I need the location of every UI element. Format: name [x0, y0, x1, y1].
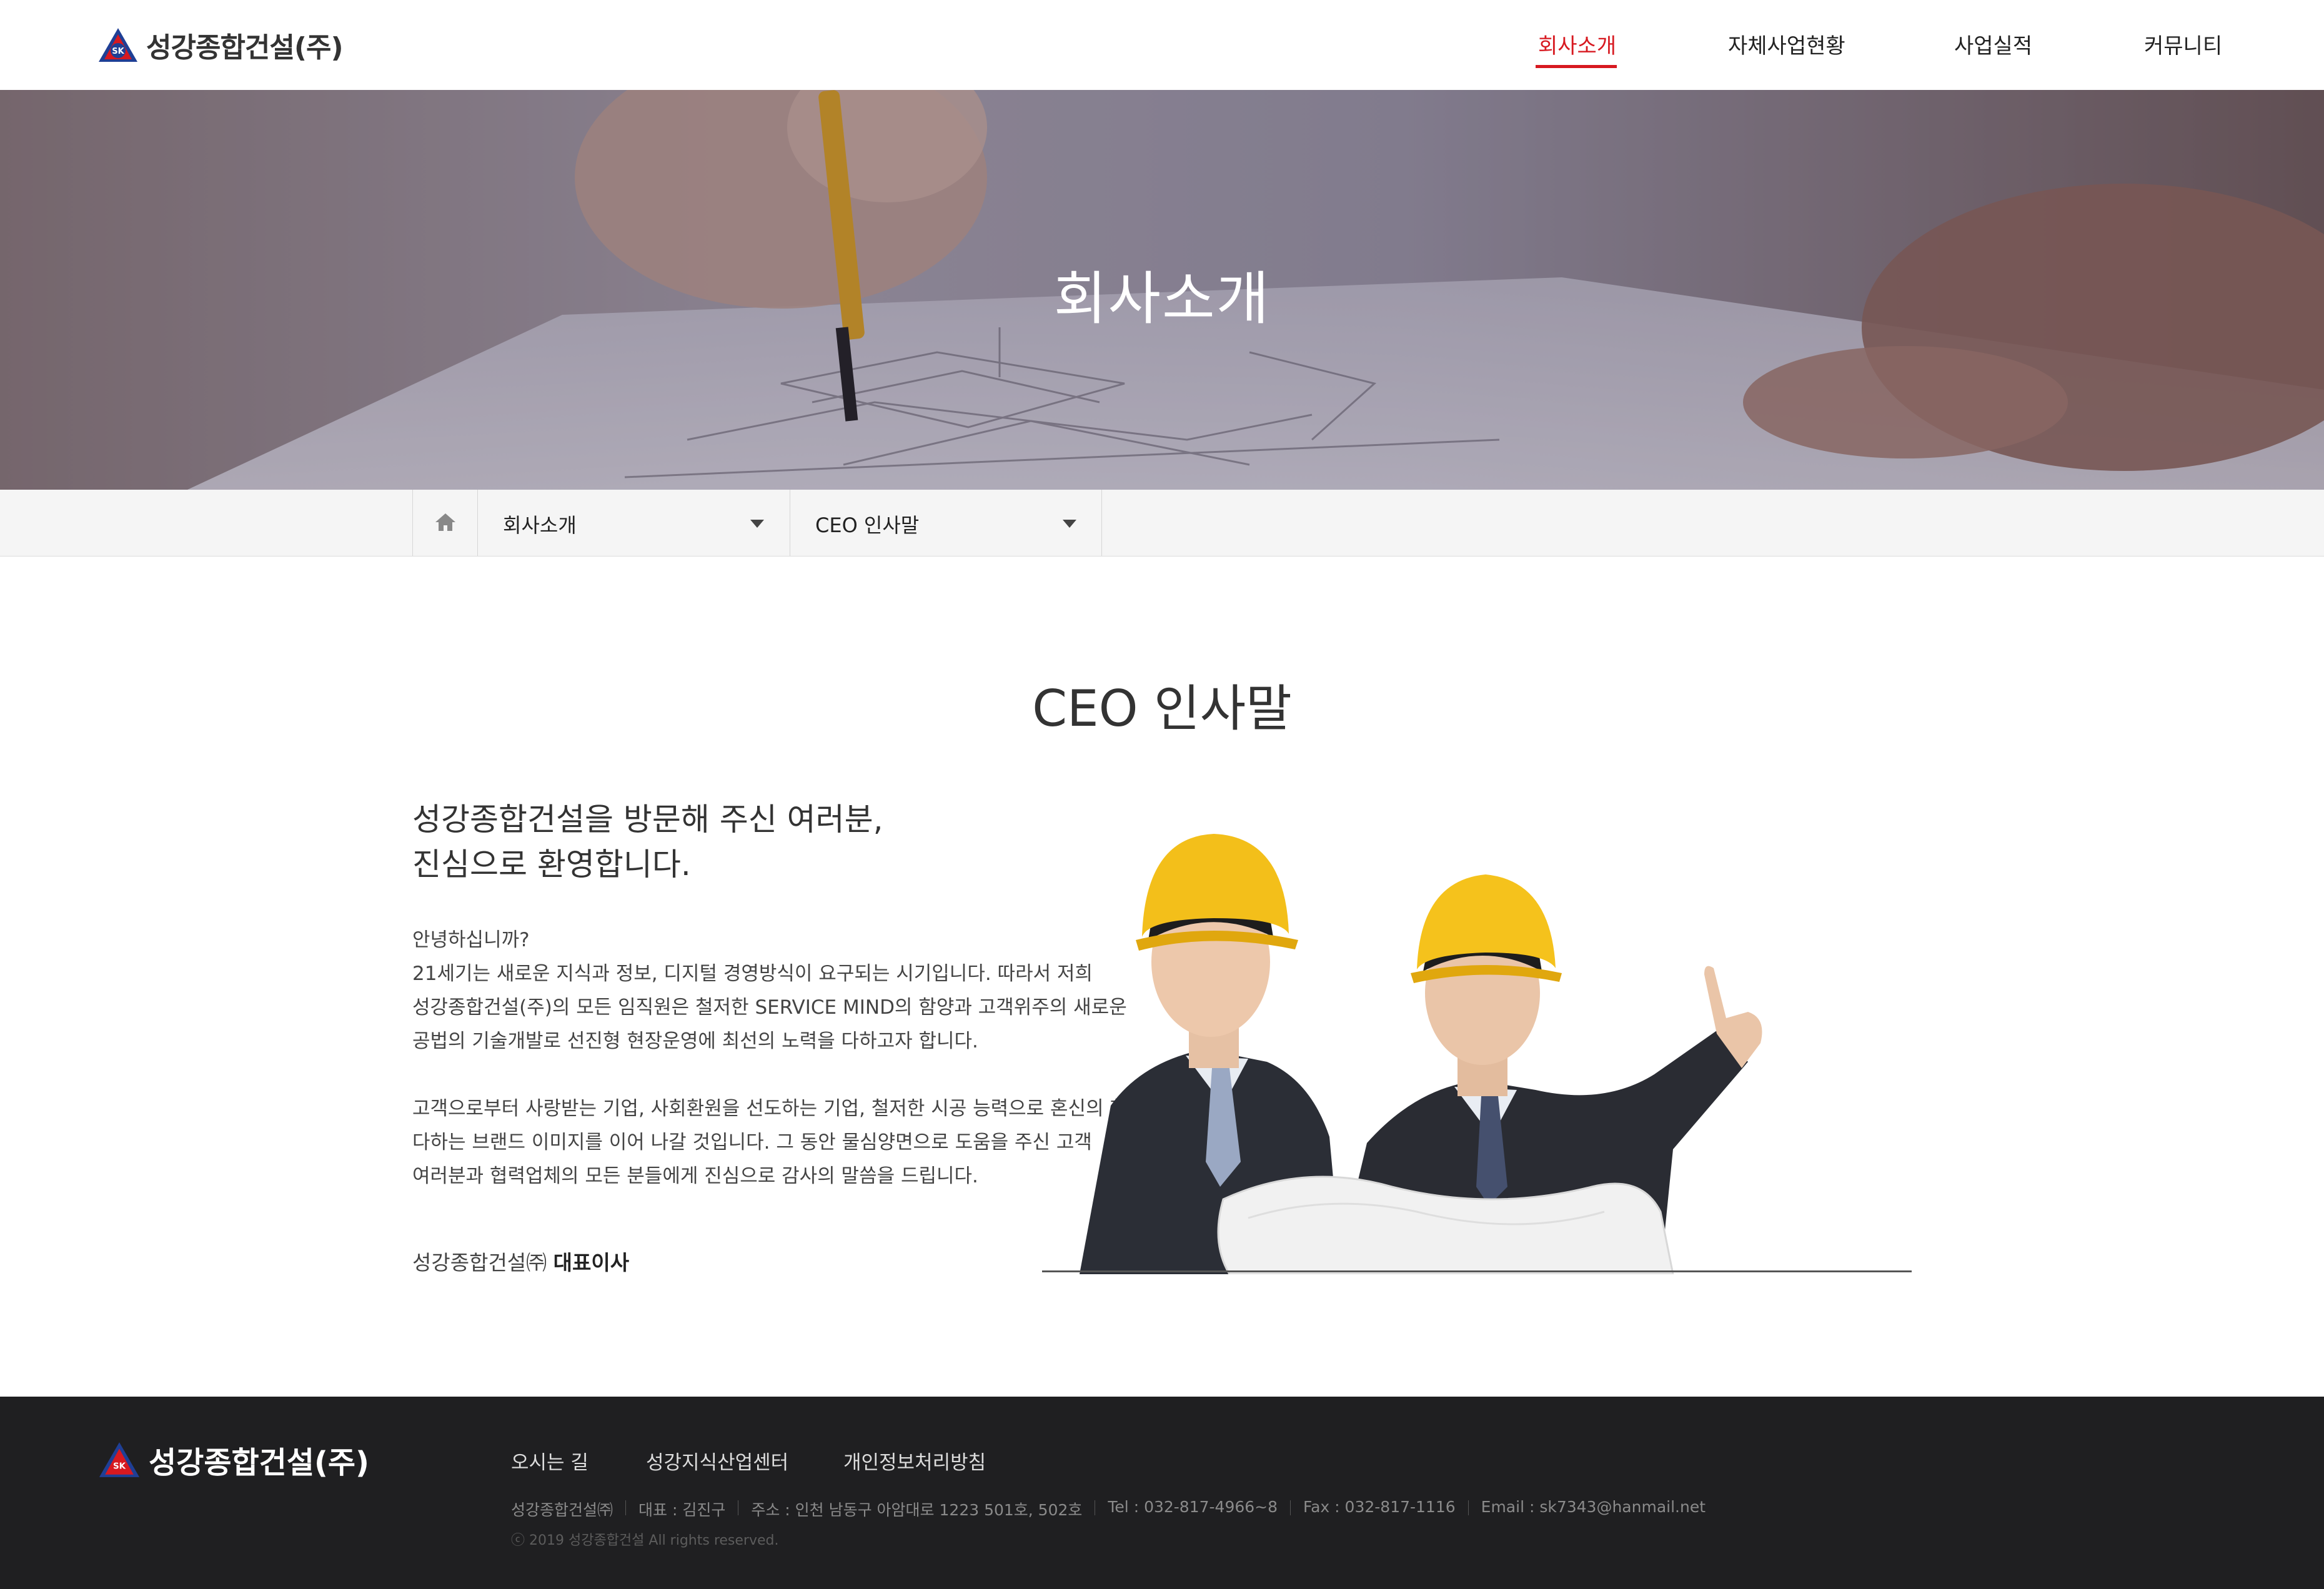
engineers-photo — [1080, 834, 1762, 1274]
footer-info-company: 성강종합건설㈜ — [511, 1501, 613, 1519]
breadcrumb-level1-dropdown[interactable]: 회사소개 — [477, 490, 790, 556]
footer-logo-text: 성강종합건설(주) — [149, 1445, 369, 1480]
breadcrumb-level2-dropdown[interactable]: CEO 인사말 — [790, 490, 1102, 556]
message-line: 성강종합건설(주)의 모든 임직원은 철저한 SERVICE MIND의 함양과… — [412, 996, 1127, 1019]
breadcrumb-level1-label: 회사소개 — [503, 513, 577, 537]
site-logo[interactable]: SK 성강종합건설(주) — [97, 24, 344, 66]
svg-text:SK: SK — [112, 47, 124, 56]
footer-link-directions[interactable]: 오시는 길 — [511, 1447, 588, 1475]
page-title: CEO 인사말 — [1032, 680, 1292, 738]
footer-info-address: 주소 : 인천 남동구 아암대로 1223 501호, 502호 — [751, 1501, 1083, 1519]
logo-text: 성강종합건설(주) — [146, 32, 344, 64]
breadcrumb-home[interactable] — [412, 490, 477, 556]
nav-business-record[interactable]: 사업실적 — [1954, 29, 2032, 59]
breadcrumb: 회사소개 CEO 인사말 — [0, 490, 2324, 557]
footer-copyright: ⓒ 2019 성강종합건설 All rights reserved. — [511, 1533, 779, 1548]
signature-company: 성강종합건설㈜ — [412, 1250, 547, 1275]
message-line: 여러분과 협력업체의 모든 분들에게 진심으로 감사의 말씀을 드립니다. — [412, 1165, 978, 1187]
chevron-down-icon — [1063, 520, 1076, 528]
footer-info-fax: Fax : 032-817-1116 — [1303, 1498, 1456, 1516]
message-line: 공법의 기술개발로 선진형 현장운영에 최선의 노력을 다하고자 합니다. — [412, 1030, 978, 1052]
nav-company-intro[interactable]: 회사소개 — [1538, 29, 1616, 59]
hero-banner: 회사소개 — [0, 90, 2324, 490]
greeting-heading: 성강종합건설을 방문해 주신 여러분, 진심으로 환영합니다. — [412, 797, 883, 887]
hero-title: 회사소개 — [1053, 265, 1271, 332]
logo-icon: SK — [99, 28, 137, 62]
message-line: 안녕하십니까? — [412, 929, 530, 951]
home-icon — [435, 513, 455, 531]
footer-link-knowledge-center[interactable]: 성강지식산업센터 — [646, 1447, 788, 1475]
greeting-line: 진심으로 환영합니다. — [412, 846, 691, 883]
message-line: 고객으로부터 사랑받는 기업, 사회환원을 선도하는 기업, 철저한 시공 능력… — [412, 1097, 1146, 1120]
photo-baseline-divider — [1042, 1270, 1912, 1272]
footer-info-ceo: 대표 : 김진구 — [638, 1501, 726, 1519]
footer-link-privacy-policy[interactable]: 개인정보처리방침 — [843, 1447, 986, 1475]
footer-info-tel: Tel : 032-817-4966~8 — [1108, 1498, 1278, 1516]
greeting-line: 성강종합건설을 방문해 주신 여러분, — [412, 801, 883, 838]
site-footer: SK 성강종합건설(주) 오시는 길 성강지식산업센터 개인정보처리방침 성강종… — [0, 1397, 2324, 1589]
nav-community[interactable]: 커뮤니티 — [2144, 29, 2222, 59]
breadcrumb-level2-label: CEO 인사말 — [815, 513, 920, 537]
nav-self-projects[interactable]: 자체사업현황 — [1728, 29, 1845, 59]
chevron-down-icon — [750, 520, 764, 528]
message-line: 다하는 브랜드 이미지를 이어 나갈 것입니다. 그 동안 물심양면으로 도움을… — [412, 1131, 1092, 1154]
ceo-message: 안녕하십니까? 21세기는 새로운 지식과 정보, 디지털 경영방식이 요구되는… — [412, 923, 1146, 1193]
footer-company-info: 성강종합건설㈜ 대표 : 김진구 주소 : 인천 남동구 아암대로 1223 5… — [511, 1498, 1706, 1520]
svg-text:SK: SK — [113, 1462, 126, 1471]
footer-info-email: Email : sk7343@hanmail.net — [1481, 1498, 1706, 1516]
message-line: 21세기는 새로운 지식과 정보, 디지털 경영방식이 요구되는 시기입니다. … — [412, 963, 1093, 985]
nav-active-underline — [1536, 65, 1617, 68]
footer-logo[interactable]: SK 성강종합건설(주) — [97, 1438, 369, 1482]
signature-title: 대표이사 — [553, 1250, 630, 1275]
site-header: SK 성강종합건설(주) 회사소개 자체사업현황 사업실적 커뮤니티 — [0, 0, 2324, 91]
ceo-signature: 성강종합건설㈜ 대표이사 — [412, 1246, 629, 1276]
logo-icon: SK — [99, 1442, 140, 1477]
